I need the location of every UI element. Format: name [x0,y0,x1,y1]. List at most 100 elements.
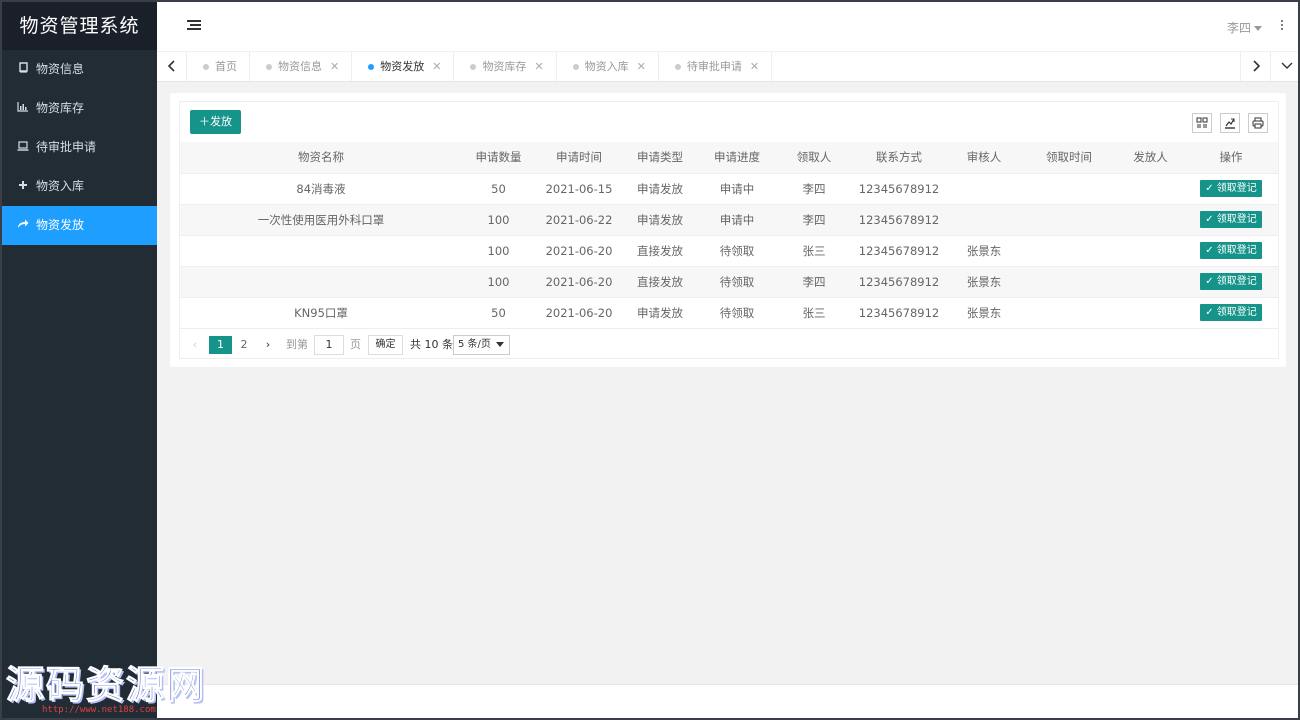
table-row[interactable]: 84消毒液 50 2021-06-15 申请发放 申请中 李四 12345678… [180,173,1278,205]
goto-page-input[interactable] [314,334,344,355]
table-row[interactable]: KN95口罩 50 2021-06-20 申请发放 待领取 张三 1234567… [180,297,1278,329]
prev-page-icon[interactable]: ‹ [188,336,202,354]
close-icon[interactable]: ✕ [637,52,646,81]
watermark-logo: 源码资源网 [5,662,207,708]
cell-contact: 12345678912 [851,297,947,329]
cell-apply-type: 直接发放 [623,235,697,267]
sidebar: 物资管理系统 物资信息 物资库存 待审批申请 物资入库 物资发放 [2,2,157,718]
cell-progress: 待领取 [697,235,777,267]
cell-reviewer [947,173,1021,205]
cell-receiver: 李四 [777,173,851,205]
user-menu[interactable]: 李四 [1227,19,1262,36]
distribution-table: 物资名称 申请数量 申请时间 申请类型 申请进度 领取人 联系方式 审核人 领取… [180,142,1278,329]
page-size-select[interactable]: 5 条/页 [453,334,510,355]
cell-actions: ✓ 领取登记 [1184,173,1278,205]
cell-contact: 12345678912 [851,173,947,205]
column-header[interactable]: 领取时间 [1021,142,1117,174]
more-vertical-icon[interactable] [1280,20,1284,32]
sidebar-item-pending-approval[interactable]: 待审批申请 [2,128,157,167]
confirm-page-button[interactable]: 确定 [368,334,403,355]
column-header[interactable]: 申请类型 [623,142,697,174]
receive-register-button[interactable]: ✓ 领取登记 [1200,242,1262,259]
tab-dot [674,63,681,70]
cell-apply-date: 2021-06-20 [535,266,623,298]
close-icon[interactable]: ✕ [330,52,339,81]
tab-dot [470,63,477,70]
cell-reviewer: 张景东 [947,266,1021,298]
plus-icon: ＋ [199,115,210,128]
tab-stock-in[interactable]: 物资入库 ✕ [557,52,659,81]
tab-distribution[interactable]: 物资发放 ✕ [352,52,455,81]
cell-distributor [1117,173,1184,205]
distribute-button[interactable]: ＋发放 [190,110,241,134]
cell-distributor [1117,235,1184,267]
column-header[interactable]: 物资名称 [180,142,462,174]
page-1-button[interactable]: 1 [209,335,232,354]
column-header[interactable]: 领取人 [777,142,851,174]
close-icon[interactable]: ✕ [432,52,441,81]
tab-menu-chevron-down-icon[interactable] [1270,52,1298,81]
column-header[interactable]: 申请数量 [462,142,535,174]
close-icon[interactable]: ✕ [750,52,759,81]
receive-register-label: 领取登记 [1216,183,1257,194]
page-unit-label: 页 [350,337,361,351]
cell-progress: 申请中 [697,173,777,205]
distribute-button-label: 发放 [210,115,232,128]
cell-receive-time [1021,173,1117,205]
sidebar-item-stock-in[interactable]: 物资入库 [2,167,157,206]
cell-receiver: 张三 [777,297,851,329]
menu-toggle-icon[interactable] [187,20,201,32]
header: 李四 [157,2,1298,52]
tab-scroll-left-icon[interactable] [157,52,187,81]
receive-register-button[interactable]: ✓ 领取登记 [1200,273,1262,290]
sidebar-item-inventory[interactable]: 物资库存 [2,89,157,128]
print-icon[interactable] [1248,113,1268,133]
close-icon[interactable]: ✕ [534,52,543,81]
cell-distributor [1117,266,1184,298]
sidebar-item-distribution[interactable]: 物资发放 [2,206,157,245]
table-row[interactable]: 100 2021-06-20 直接发放 待领取 张三 12345678912 张… [180,235,1278,267]
cell-material-name [180,235,462,267]
tab-material-info[interactable]: 物资信息 ✕ [250,52,353,81]
tab-bar: 首页 物资信息 ✕ 物资发放 ✕ 物资库存 ✕ 物资入库 ✕ 待审批申请 ✕ [157,52,1298,82]
tab-pending-approval[interactable]: 待审批申请 ✕ [659,52,773,81]
book-icon [16,50,30,89]
column-header[interactable]: 联系方式 [851,142,947,174]
sidebar-item-label: 待审批申请 [36,140,97,154]
cell-receive-time [1021,266,1117,298]
column-header[interactable]: 申请时间 [535,142,623,174]
cell-actions: ✓ 领取登记 [1184,235,1278,267]
column-header[interactable]: 申请进度 [697,142,777,174]
cell-progress: 待领取 [697,297,777,329]
column-header[interactable]: 发放人 [1117,142,1184,174]
tab-scroll-right-icon[interactable] [1240,52,1270,81]
column-header[interactable]: 审核人 [947,142,1021,174]
table-row[interactable]: 一次性使用医用外科口罩 100 2021-06-22 申请发放 申请中 李四 1… [180,204,1278,236]
table-row[interactable]: 100 2021-06-20 直接发放 待领取 李四 12345678912 张… [180,266,1278,298]
user-name: 李四 [1226,21,1251,35]
tab-inventory[interactable]: 物资库存 ✕ [454,52,557,81]
cell-apply-type: 申请发放 [623,297,697,329]
export-icon[interactable] [1220,113,1240,133]
bar-chart-icon [16,89,30,128]
receive-register-button[interactable]: ✓ 领取登记 [1200,180,1262,197]
receive-register-button[interactable]: ✓ 领取登记 [1200,304,1262,321]
columns-filter-icon[interactable] [1192,113,1212,133]
cell-contact: 12345678912 [851,266,947,298]
data-table-container: ＋发放 物资名称 申请数量 申请时间 申请类型 申请进度 领取人 联系方式 审核… [179,101,1279,359]
sidebar-item-material-info[interactable]: 物资信息 [2,50,157,89]
cell-receive-time [1021,235,1117,267]
cell-apply-date: 2021-06-20 [535,235,623,267]
cell-apply-type: 申请发放 [623,204,697,236]
main-card: ＋发放 物资名称 申请数量 申请时间 申请类型 申请进度 领取人 联系方式 审核… [170,93,1286,367]
tab-home[interactable]: 首页 [187,52,250,81]
app-logo: 物资管理系统 [2,2,157,50]
next-page-icon[interactable]: › [261,336,275,354]
table-toolbar: ＋发放 [180,102,1278,142]
tab-label: 物资信息 [278,60,322,73]
receive-register-button[interactable]: ✓ 领取登记 [1200,211,1262,228]
page-2-button[interactable]: 2 [235,336,253,354]
tab-dot [266,63,272,70]
cell-apply-date: 2021-06-15 [535,173,623,205]
share-icon [16,206,30,245]
